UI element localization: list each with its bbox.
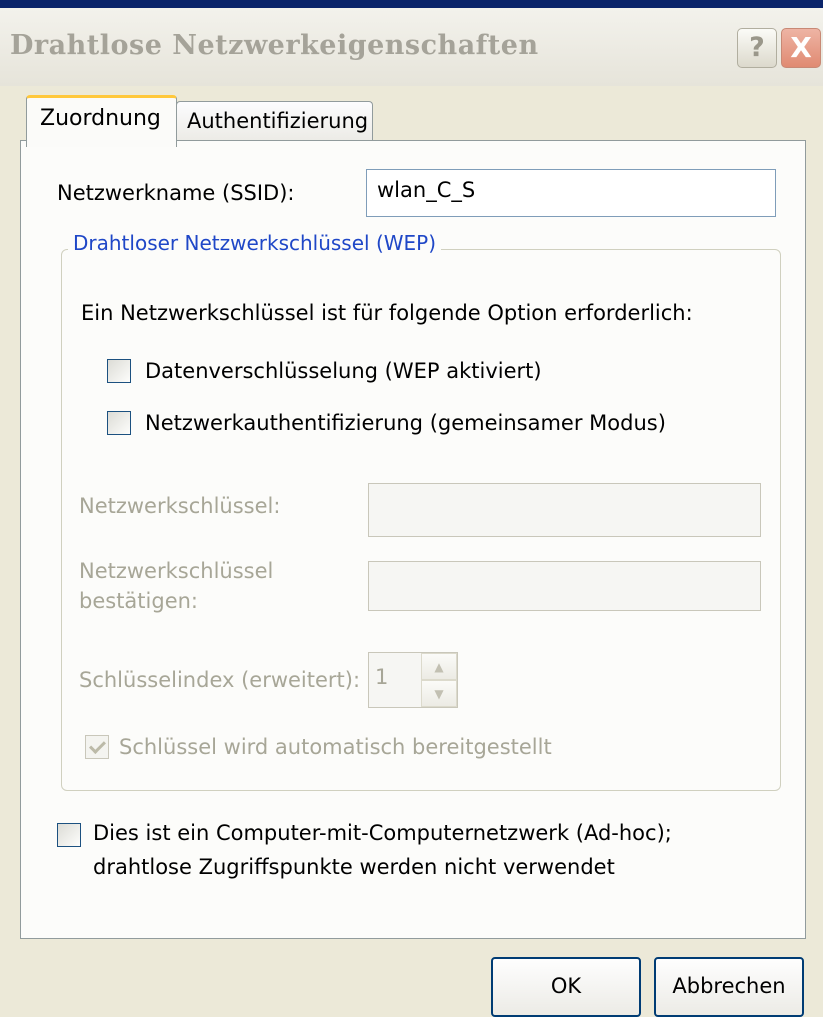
key-index-value: 1 xyxy=(375,665,389,689)
adhoc-label-line1[interactable]: Dies ist ein Computer-mit-Computernetzwe… xyxy=(93,821,672,845)
network-key-input[interactable] xyxy=(368,483,761,537)
tab-authentifizierung[interactable]: Authentifizierung xyxy=(176,101,373,141)
ssid-label: Netzwerkname (SSID): xyxy=(57,181,295,205)
cancel-button[interactable]: Abbrechen xyxy=(654,957,804,1017)
window-frame-top xyxy=(0,0,823,8)
spin-up-arrow-icon[interactable]: ▲ xyxy=(421,653,457,680)
key-index-label: Schlüsselindex (erweitert): xyxy=(79,668,361,692)
key-index-spinner[interactable]: 1 ▲ ▼ xyxy=(368,652,458,708)
data-encryption-checkbox[interactable] xyxy=(107,359,131,383)
data-encryption-label[interactable]: Datenverschlüsselung (WEP aktiviert) xyxy=(145,359,542,383)
network-auth-label[interactable]: Netzwerkauthentifizierung (gemeinsamer M… xyxy=(145,411,666,435)
help-icon: ? xyxy=(749,32,765,63)
network-key-label: Netzwerkschlüssel: xyxy=(79,494,281,518)
ok-button-label: OK xyxy=(550,974,582,998)
key-required-text: Ein Netzwerkschlüssel ist für folgende O… xyxy=(81,301,693,325)
help-button[interactable]: ? xyxy=(737,28,777,68)
window-title: Drahtlose Netzwerkeigenschaften xyxy=(10,30,539,61)
confirm-key-input[interactable] xyxy=(368,561,761,611)
network-auth-checkbox[interactable] xyxy=(107,411,131,435)
adhoc-checkbox[interactable] xyxy=(57,823,81,847)
confirm-key-label-line1: Netzwerkschlüssel xyxy=(79,559,274,583)
wep-group-legend: Drahtloser Netzwerkschlüssel (WEP) xyxy=(68,231,442,255)
tab-label: Zuordnung xyxy=(40,106,161,131)
tab-label: Authentifizierung xyxy=(187,109,369,133)
ok-button[interactable]: OK xyxy=(491,957,641,1017)
auto-key-label: Schlüssel wird automatisch bereitgestell… xyxy=(119,735,552,759)
tab-panel: Netzwerkname (SSID): wlan_C_S Drahtloser… xyxy=(20,140,806,939)
tab-zuordnung[interactable]: Zuordnung xyxy=(26,95,177,147)
title-bar[interactable]: Drahtlose Netzwerkeigenschaften ? X xyxy=(0,8,823,86)
cancel-button-label: Abbrechen xyxy=(672,974,786,998)
ssid-value: wlan_C_S xyxy=(377,178,476,202)
auto-key-checkbox[interactable] xyxy=(85,735,109,759)
close-button[interactable]: X xyxy=(781,28,821,68)
spin-down-arrow-icon[interactable]: ▼ xyxy=(421,680,457,707)
spinner-buttons: ▲ ▼ xyxy=(421,653,457,707)
ssid-input[interactable]: wlan_C_S xyxy=(366,169,776,217)
adhoc-label-line2[interactable]: drahtlose Zugriffspunkte werden nicht ve… xyxy=(93,855,615,879)
close-icon: X xyxy=(790,31,812,64)
confirm-key-label-line2: bestätigen: xyxy=(79,589,198,613)
